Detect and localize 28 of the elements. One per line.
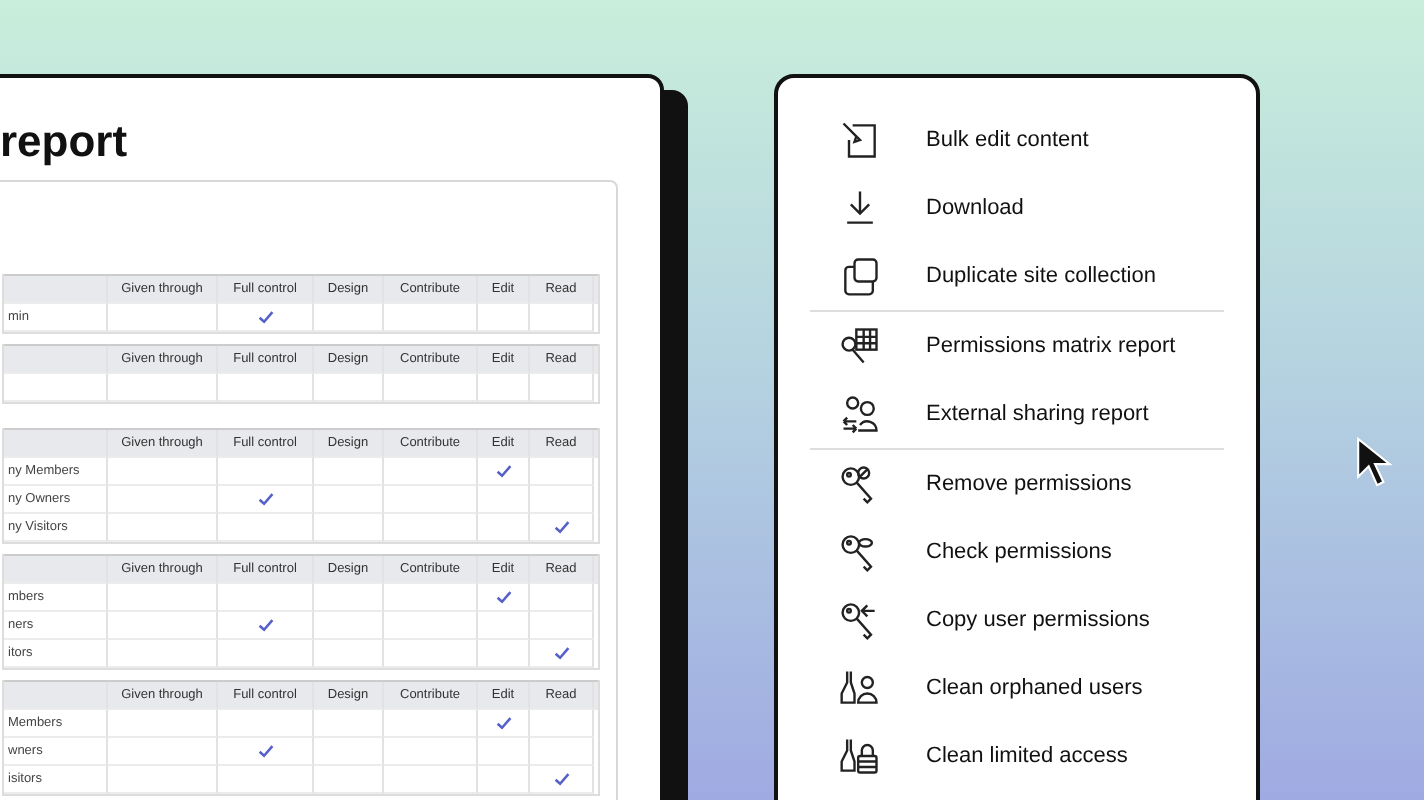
menu-item[interactable]: Download (810, 174, 1224, 242)
checkmark-icon (495, 716, 511, 730)
checkmark-icon (553, 646, 569, 660)
report-title: report (0, 114, 130, 170)
menu-item[interactable]: External sharing report (810, 380, 1224, 448)
menu-item[interactable]: Bulk edit content (810, 106, 1224, 174)
checkmark-icon (495, 590, 511, 604)
menu-item[interactable]: Check permissions (810, 518, 1224, 586)
key-grid-icon (838, 324, 882, 368)
checkmark-icon (257, 744, 273, 758)
checkmark-icon (257, 492, 273, 506)
checkmark-icon (553, 772, 569, 786)
people-arrows-icon (838, 392, 882, 436)
checkmark-icon (257, 618, 273, 632)
table-cell (108, 458, 218, 486)
table-cell (108, 710, 218, 738)
table-cell (108, 584, 218, 612)
checkmark-icon (257, 310, 273, 324)
menu-item[interactable]: Clean limited access (810, 722, 1224, 790)
duplicate-icon (838, 254, 882, 298)
menu-item[interactable]: Copy user permissions (810, 586, 1224, 654)
menu-item[interactable]: Clean orphaned users (810, 654, 1224, 722)
checkmark-icon (495, 464, 511, 478)
menu-item[interactable]: Duplicate site collection (810, 242, 1224, 310)
menu-item[interactable]: Permissions matrix report (810, 312, 1224, 380)
checkmark-icon (553, 520, 569, 534)
mouse-pointer-icon (1354, 434, 1396, 490)
menu-item[interactable]: Remove permissions (810, 450, 1224, 518)
